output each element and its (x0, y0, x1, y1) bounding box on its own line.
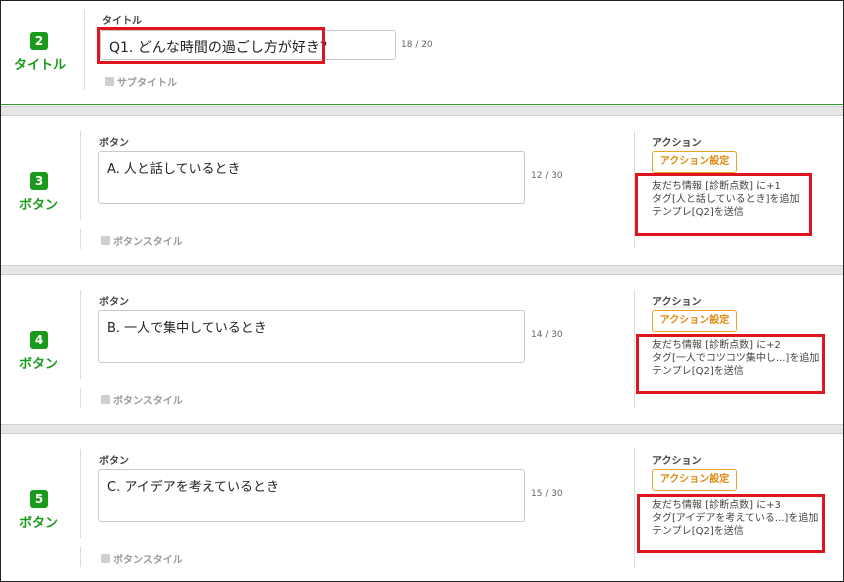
button-char-counter: 15 / 30 (531, 489, 563, 499)
checkbox-icon[interactable] (105, 77, 114, 86)
button-char-counter: 12 / 30 (531, 171, 563, 181)
section-gap (1, 424, 843, 434)
section-type-label: タイトル (14, 58, 67, 73)
section-type-label: ボタン (19, 357, 59, 372)
divider (634, 290, 635, 408)
action-settings-button[interactable]: アクション設定 (652, 310, 737, 332)
highlight-box (97, 27, 325, 64)
button-style-toggle[interactable]: ボタンスタイル (101, 233, 183, 248)
action-label: アクション (652, 456, 702, 467)
divider (80, 449, 81, 538)
highlight-box (636, 334, 825, 394)
button-style-label: ボタンスタイル (113, 237, 183, 248)
action-settings-button[interactable]: アクション設定 (652, 151, 737, 173)
divider (80, 388, 81, 408)
divider (84, 10, 85, 90)
section-number-badge: 4 (30, 331, 48, 349)
highlight-box (635, 173, 812, 236)
button-style-toggle[interactable]: ボタンスタイル (101, 392, 183, 407)
button-field-label: ボタン (99, 138, 129, 149)
button-style-label: ボタンスタイル (113, 555, 183, 566)
action-settings-button[interactable]: アクション設定 (652, 469, 737, 491)
button-field-label: ボタン (99, 297, 129, 308)
button-text-input[interactable]: C. アイデアを考えているとき (98, 469, 525, 522)
section-gap (1, 106, 843, 116)
section-type-label: ボタン (19, 516, 59, 531)
button-style-toggle[interactable]: ボタンスタイル (101, 551, 183, 566)
subtitle-toggle[interactable]: サブタイトル (105, 74, 177, 89)
title-char-counter: 18 / 20 (401, 40, 433, 50)
title-field-label: タイトル (102, 16, 142, 27)
button-field-label: ボタン (99, 456, 129, 467)
checkbox-icon[interactable] (101, 395, 110, 404)
section-number-badge: 3 (30, 172, 48, 190)
divider (80, 131, 81, 220)
action-label: アクション (652, 138, 702, 149)
divider (80, 290, 81, 379)
button-text-input[interactable]: A. 人と話しているとき (98, 151, 525, 204)
section-gap (1, 265, 843, 275)
checkbox-icon[interactable] (101, 554, 110, 563)
action-label: アクション (652, 297, 702, 308)
section-type-label: ボタン (19, 198, 59, 213)
button-char-counter: 14 / 30 (531, 330, 563, 340)
divider (80, 229, 81, 249)
section-divider (1, 104, 843, 105)
highlight-box (637, 494, 825, 553)
checkbox-icon[interactable] (101, 236, 110, 245)
divider (634, 449, 635, 567)
subtitle-checkbox-label: サブタイトル (117, 78, 177, 89)
section-number-badge: 2 (30, 32, 48, 50)
button-text-input[interactable]: B. 一人で集中しているとき (98, 310, 525, 363)
divider (80, 547, 81, 567)
section-number-badge: 5 (30, 490, 48, 508)
button-style-label: ボタンスタイル (113, 396, 183, 407)
